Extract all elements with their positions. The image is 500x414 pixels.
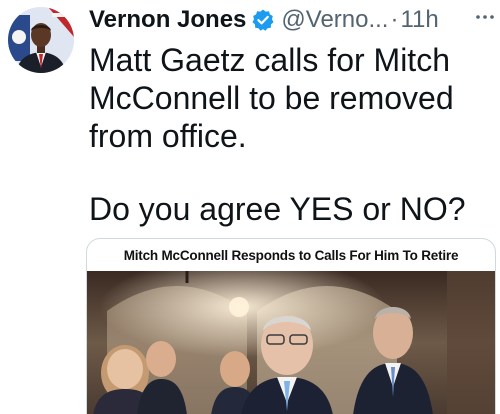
tweet-body: Matt Gaetz calls for Mitch McConnell to …	[89, 41, 494, 155]
media-photo	[87, 271, 495, 414]
media-attachment[interactable]: Mitch McConnell Responds to Calls For Hi…	[86, 238, 496, 414]
author-avatar[interactable]	[8, 7, 74, 73]
separator-dot: ·	[390, 6, 399, 33]
avatar-photo	[8, 7, 74, 73]
tweet[interactable]: Vernon Jones @Verno... · 11h Matt Gaetz …	[0, 0, 500, 414]
media-headline: Mitch McConnell Responds to Calls For Hi…	[123, 247, 459, 263]
tweet-header: Vernon Jones @Verno... · 11h	[89, 4, 500, 36]
tweet-text-line: Matt Gaetz calls for Mitch	[89, 42, 450, 78]
tweet-timestamp[interactable]: 11h	[400, 6, 438, 34]
verified-badge-icon	[251, 8, 275, 32]
author-display-name[interactable]: Vernon Jones	[89, 6, 246, 34]
tweet-text-line: McConnell to be removed	[89, 80, 454, 116]
tweet-question: Do you agree YES or NO?	[89, 191, 466, 227]
more-options-icon[interactable]	[474, 6, 496, 28]
tweet-text-line: from office.	[89, 118, 247, 154]
author-handle[interactable]: @Verno...	[281, 6, 388, 34]
